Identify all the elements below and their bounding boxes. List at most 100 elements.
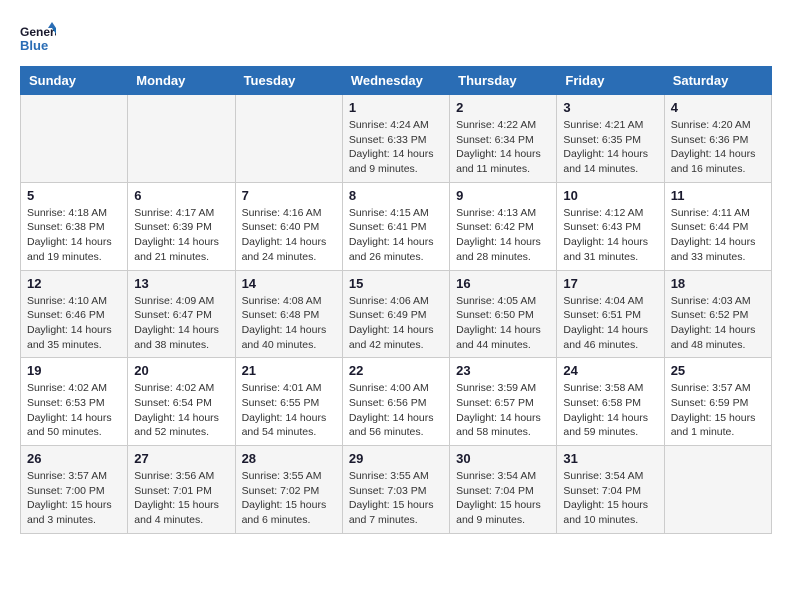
calendar-cell: 12 Sunrise: 4:10 AMSunset: 6:46 PMDayligh…	[21, 270, 128, 358]
calendar-cell: 20 Sunrise: 4:02 AMSunset: 6:54 PMDayligh…	[128, 358, 235, 446]
day-info: Sunrise: 4:03 AMSunset: 6:52 PMDaylight:…	[671, 294, 765, 353]
day-number: 26	[27, 451, 121, 466]
calendar-cell: 16 Sunrise: 4:05 AMSunset: 6:50 PMDayligh…	[450, 270, 557, 358]
day-number: 3	[563, 100, 657, 115]
day-info: Sunrise: 4:05 AMSunset: 6:50 PMDaylight:…	[456, 294, 550, 353]
calendar-cell: 9 Sunrise: 4:13 AMSunset: 6:42 PMDaylight…	[450, 182, 557, 270]
weekday-header-monday: Monday	[128, 67, 235, 95]
day-info: Sunrise: 4:02 AMSunset: 6:54 PMDaylight:…	[134, 381, 228, 440]
calendar-cell: 22 Sunrise: 4:00 AMSunset: 6:56 PMDayligh…	[342, 358, 449, 446]
day-number: 11	[671, 188, 765, 203]
day-number: 8	[349, 188, 443, 203]
calendar-cell: 8 Sunrise: 4:15 AMSunset: 6:41 PMDaylight…	[342, 182, 449, 270]
calendar-table: SundayMondayTuesdayWednesdayThursdayFrid…	[20, 66, 772, 534]
day-number: 28	[242, 451, 336, 466]
calendar-cell: 17Sunrise: 4:04 AMSunset: 6:51 PMDayligh…	[557, 270, 664, 358]
calendar-cell: 21 Sunrise: 4:01 AMSunset: 6:55 PMDayligh…	[235, 358, 342, 446]
day-number: 7	[242, 188, 336, 203]
calendar-cell	[664, 446, 771, 534]
day-info: Sunrise: 4:16 AMSunset: 6:40 PMDaylight:…	[242, 206, 336, 265]
day-number: 25	[671, 363, 765, 378]
calendar-cell: 14Sunrise: 4:08 AMSunset: 6:48 PMDayligh…	[235, 270, 342, 358]
calendar-cell: 25 Sunrise: 3:57 AMSunset: 6:59 PMDayligh…	[664, 358, 771, 446]
weekday-header-friday: Friday	[557, 67, 664, 95]
calendar-cell: 7 Sunrise: 4:16 AMSunset: 6:40 PMDaylight…	[235, 182, 342, 270]
day-info: Sunrise: 4:00 AMSunset: 6:56 PMDaylight:…	[349, 381, 443, 440]
calendar-cell: 4 Sunrise: 4:20 AMSunset: 6:36 PMDaylight…	[664, 95, 771, 183]
logo: General Blue	[20, 20, 56, 56]
calendar-cell: 10 Sunrise: 4:12 AMSunset: 6:43 PMDayligh…	[557, 182, 664, 270]
calendar-cell: 27 Sunrise: 3:56 AMSunset: 7:01 PMDayligh…	[128, 446, 235, 534]
calendar-cell: 18 Sunrise: 4:03 AMSunset: 6:52 PMDayligh…	[664, 270, 771, 358]
day-info: Sunrise: 4:21 AMSunset: 6:35 PMDaylight:…	[563, 118, 657, 177]
day-info: Sunrise: 3:58 AMSunset: 6:58 PMDaylight:…	[563, 381, 657, 440]
calendar-cell: 24 Sunrise: 3:58 AMSunset: 6:58 PMDayligh…	[557, 358, 664, 446]
day-number: 20	[134, 363, 228, 378]
day-number: 29	[349, 451, 443, 466]
day-number: 22	[349, 363, 443, 378]
day-number: 21	[242, 363, 336, 378]
calendar-cell: 2Sunrise: 4:22 AMSunset: 6:34 PMDaylight…	[450, 95, 557, 183]
weekday-header-tuesday: Tuesday	[235, 67, 342, 95]
day-number: 1	[349, 100, 443, 115]
day-info: Sunrise: 3:54 AMSunset: 7:04 PMDaylight:…	[563, 469, 657, 528]
day-info: Sunrise: 4:02 AMSunset: 6:53 PMDaylight:…	[27, 381, 121, 440]
day-info: Sunrise: 4:08 AMSunset: 6:48 PMDaylight:…	[242, 294, 336, 353]
day-number: 24	[563, 363, 657, 378]
day-info: Sunrise: 4:06 AMSunset: 6:49 PMDaylight:…	[349, 294, 443, 353]
calendar-cell: 28 Sunrise: 3:55 AMSunset: 7:02 PMDayligh…	[235, 446, 342, 534]
day-info: Sunrise: 4:18 AMSunset: 6:38 PMDaylight:…	[27, 206, 121, 265]
calendar-cell: 30Sunrise: 3:54 AMSunset: 7:04 PMDayligh…	[450, 446, 557, 534]
calendar-week-row: 12 Sunrise: 4:10 AMSunset: 6:46 PMDayligh…	[21, 270, 772, 358]
calendar-cell	[21, 95, 128, 183]
calendar-cell: 3 Sunrise: 4:21 AMSunset: 6:35 PMDaylight…	[557, 95, 664, 183]
day-info: Sunrise: 3:59 AMSunset: 6:57 PMDaylight:…	[456, 381, 550, 440]
day-number: 17	[563, 276, 657, 291]
calendar-week-row: 19Sunrise: 4:02 AMSunset: 6:53 PMDayligh…	[21, 358, 772, 446]
weekday-header-row: SundayMondayTuesdayWednesdayThursdayFrid…	[21, 67, 772, 95]
svg-text:Blue: Blue	[20, 38, 48, 53]
day-info: Sunrise: 3:57 AMSunset: 7:00 PMDaylight:…	[27, 469, 121, 528]
day-number: 18	[671, 276, 765, 291]
day-info: Sunrise: 4:12 AMSunset: 6:43 PMDaylight:…	[563, 206, 657, 265]
day-number: 12	[27, 276, 121, 291]
day-info: Sunrise: 4:10 AMSunset: 6:46 PMDaylight:…	[27, 294, 121, 353]
day-number: 15	[349, 276, 443, 291]
day-info: Sunrise: 4:13 AMSunset: 6:42 PMDaylight:…	[456, 206, 550, 265]
calendar-cell: 1Sunrise: 4:24 AMSunset: 6:33 PMDaylight…	[342, 95, 449, 183]
day-info: Sunrise: 4:17 AMSunset: 6:39 PMDaylight:…	[134, 206, 228, 265]
calendar-cell: 23 Sunrise: 3:59 AMSunset: 6:57 PMDayligh…	[450, 358, 557, 446]
day-number: 4	[671, 100, 765, 115]
day-info: Sunrise: 3:54 AMSunset: 7:04 PMDaylight:…	[456, 469, 550, 528]
day-number: 31	[563, 451, 657, 466]
day-info: Sunrise: 3:56 AMSunset: 7:01 PMDaylight:…	[134, 469, 228, 528]
day-info: Sunrise: 4:20 AMSunset: 6:36 PMDaylight:…	[671, 118, 765, 177]
day-number: 9	[456, 188, 550, 203]
calendar-cell: 5Sunrise: 4:18 AMSunset: 6:38 PMDaylight…	[21, 182, 128, 270]
day-number: 16	[456, 276, 550, 291]
calendar-cell: 29Sunrise: 3:55 AMSunset: 7:03 PMDayligh…	[342, 446, 449, 534]
day-info: Sunrise: 3:55 AMSunset: 7:02 PMDaylight:…	[242, 469, 336, 528]
day-info: Sunrise: 4:01 AMSunset: 6:55 PMDaylight:…	[242, 381, 336, 440]
day-info: Sunrise: 4:15 AMSunset: 6:41 PMDaylight:…	[349, 206, 443, 265]
logo-icon: General Blue	[20, 20, 56, 56]
day-number: 27	[134, 451, 228, 466]
day-number: 6	[134, 188, 228, 203]
calendar-week-row: 1Sunrise: 4:24 AMSunset: 6:33 PMDaylight…	[21, 95, 772, 183]
day-info: Sunrise: 3:57 AMSunset: 6:59 PMDaylight:…	[671, 381, 765, 440]
calendar-week-row: 5Sunrise: 4:18 AMSunset: 6:38 PMDaylight…	[21, 182, 772, 270]
calendar-cell: 6 Sunrise: 4:17 AMSunset: 6:39 PMDaylight…	[128, 182, 235, 270]
day-number: 10	[563, 188, 657, 203]
weekday-header-thursday: Thursday	[450, 67, 557, 95]
calendar-cell: 19Sunrise: 4:02 AMSunset: 6:53 PMDayligh…	[21, 358, 128, 446]
weekday-header-sunday: Sunday	[21, 67, 128, 95]
day-number: 23	[456, 363, 550, 378]
weekday-header-saturday: Saturday	[664, 67, 771, 95]
calendar-cell: 15 Sunrise: 4:06 AMSunset: 6:49 PMDayligh…	[342, 270, 449, 358]
calendar-cell	[235, 95, 342, 183]
calendar-cell: 13Sunrise: 4:09 AMSunset: 6:47 PMDayligh…	[128, 270, 235, 358]
calendar-cell: 31 Sunrise: 3:54 AMSunset: 7:04 PMDayligh…	[557, 446, 664, 534]
calendar-cell: 26 Sunrise: 3:57 AMSunset: 7:00 PMDayligh…	[21, 446, 128, 534]
day-info: Sunrise: 4:22 AMSunset: 6:34 PMDaylight:…	[456, 118, 550, 177]
day-info: Sunrise: 4:11 AMSunset: 6:44 PMDaylight:…	[671, 206, 765, 265]
